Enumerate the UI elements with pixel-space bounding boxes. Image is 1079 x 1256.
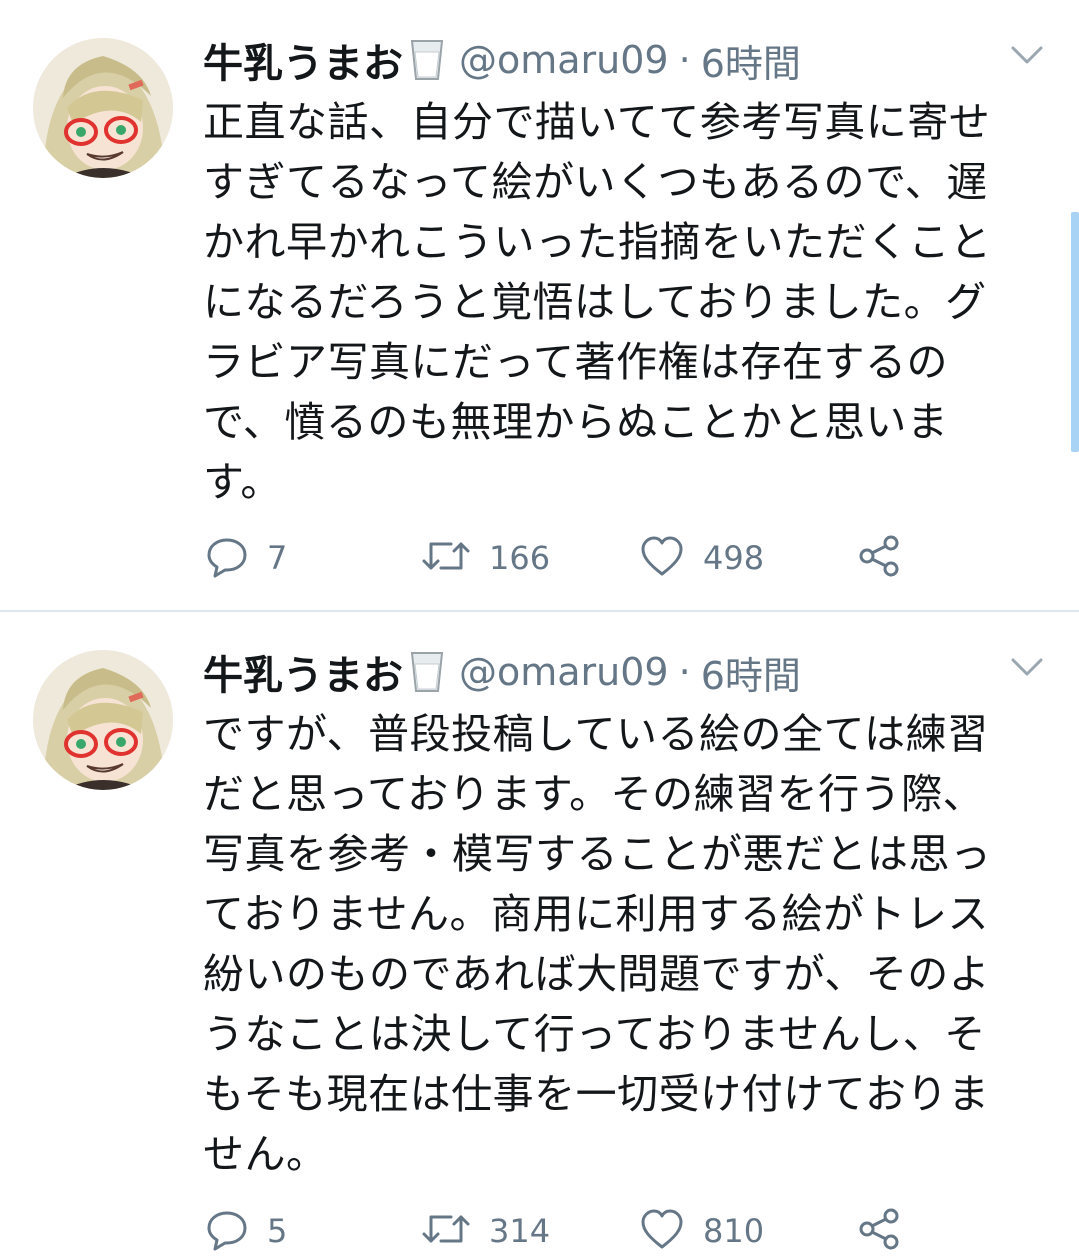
heart-icon — [639, 1207, 685, 1255]
display-name[interactable]: 牛乳うまお — [203, 31, 403, 89]
reply-count: 5 — [267, 1212, 288, 1250]
milk-glass-icon — [409, 38, 445, 82]
chevron-down-icon[interactable] — [1010, 656, 1044, 678]
share-button[interactable] — [857, 533, 903, 583]
timestamp[interactable]: 6時間 — [701, 33, 801, 88]
reply-icon — [205, 534, 249, 582]
reply-count: 7 — [267, 539, 288, 577]
retweet-icon — [421, 534, 471, 582]
like-count: 498 — [703, 539, 765, 577]
share-icon — [857, 534, 903, 582]
tweet-actions: 5 314 810 — [203, 1206, 923, 1256]
separator-dot: · — [678, 38, 691, 82]
share-button[interactable] — [857, 1206, 903, 1256]
tweet-text: 正直な話、自分で描いてて参考写真に寄せ すぎてるなって絵がいくつもあるので、遅 … — [203, 98, 992, 506]
tweet-header: 牛乳うまお @omaru09 · 6時間 — [203, 30, 801, 90]
separator-dot: · — [678, 650, 691, 694]
scrollbar-thumb[interactable] — [1071, 212, 1079, 452]
display-name[interactable]: 牛乳うまお — [203, 643, 403, 701]
share-icon — [857, 1207, 903, 1255]
user-handle[interactable]: @omaru09 — [459, 38, 669, 82]
chevron-down-icon[interactable] — [1010, 44, 1044, 66]
timestamp[interactable]: 6時間 — [701, 645, 801, 700]
retweet-count: 314 — [489, 1212, 551, 1250]
tweet-header: 牛乳うまお @omaru09 · 6時間 — [203, 642, 801, 702]
retweet-icon — [421, 1207, 471, 1255]
avatar[interactable] — [33, 38, 173, 178]
tweet[interactable]: 牛乳うまお @omaru09 · 6時間 正直な話、自分で描いてて参考写真に寄せ… — [0, 0, 1079, 610]
like-count: 810 — [703, 1212, 765, 1250]
user-handle[interactable]: @omaru09 — [459, 650, 669, 694]
avatar[interactable] — [33, 650, 173, 790]
retweet-count: 166 — [489, 539, 551, 577]
tweet-actions: 7 166 498 — [203, 533, 923, 583]
retweet-button[interactable]: 314 — [421, 1206, 550, 1256]
reply-icon — [205, 1207, 249, 1255]
tweet[interactable]: 牛乳うまお @omaru09 · 6時間 ですが、普段投稿している絵の全ては練習… — [0, 612, 1079, 1252]
avatar-illustration — [33, 38, 173, 178]
avatar-illustration — [33, 650, 173, 790]
tweet-text: ですが、普段投稿している絵の全ては練習 だと思っております。その練習を行う際、 … — [203, 710, 992, 1178]
like-button[interactable]: 810 — [639, 1206, 764, 1256]
reply-button[interactable]: 5 — [205, 1206, 287, 1256]
reply-button[interactable]: 7 — [205, 533, 287, 583]
like-button[interactable]: 498 — [639, 533, 764, 583]
milk-glass-icon — [409, 650, 445, 694]
retweet-button[interactable]: 166 — [421, 533, 550, 583]
heart-icon — [639, 534, 685, 582]
